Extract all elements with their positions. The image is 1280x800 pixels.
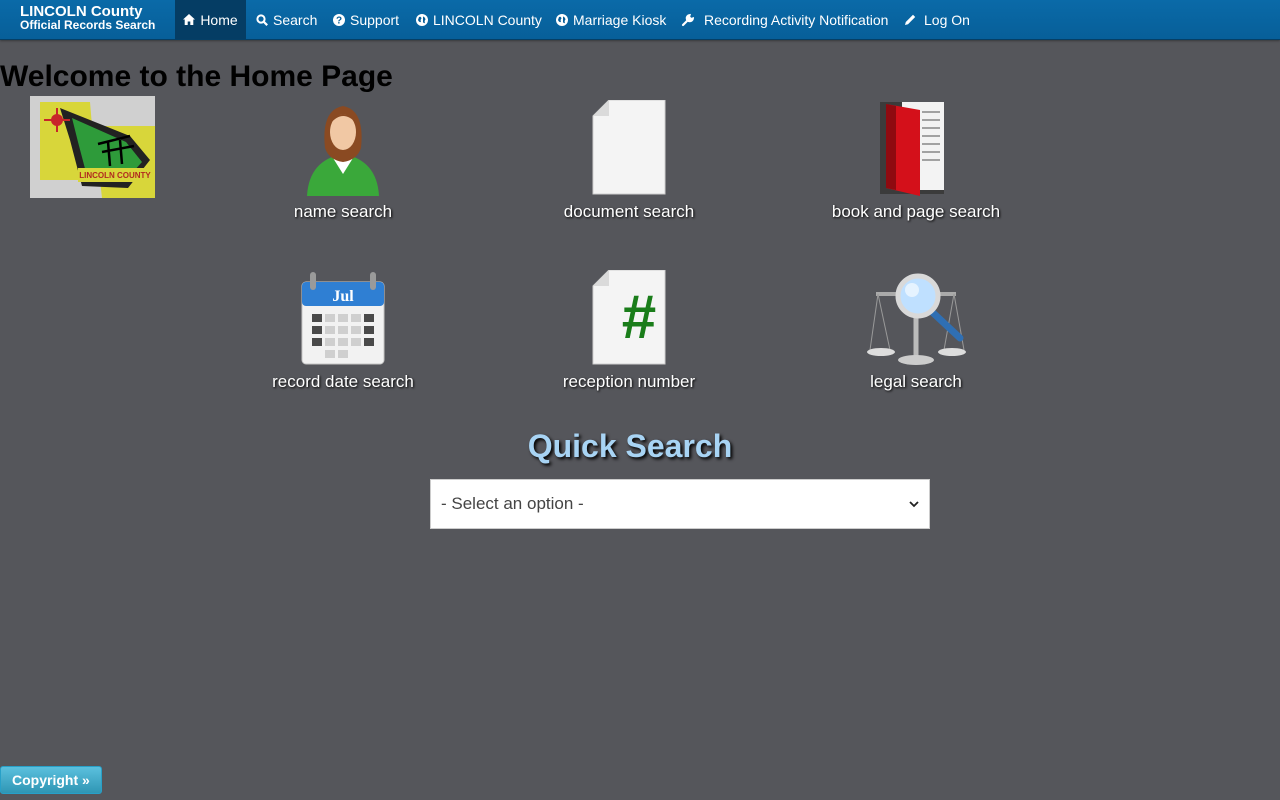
chevron-down-icon [909, 501, 919, 508]
tile-record-date-search[interactable]: Jul record date search [213, 270, 473, 392]
tile-book-page-search[interactable]: book and page search [786, 100, 1046, 222]
nav-support-label: Support [350, 11, 400, 28]
search-icon [256, 13, 268, 26]
logo-text: LINCOLN COUNTY [79, 171, 151, 180]
nav-recording-activity[interactable]: Recording Activity Notification [681, 0, 888, 39]
tile-reception-number-label: reception number [562, 372, 696, 391]
calendar-icon: Jul [301, 272, 385, 365]
nav-search-label: Search [273, 11, 318, 28]
nav-lincoln-county-label: LINCOLN County [433, 11, 542, 28]
brand-title: LINCOLN County [20, 3, 143, 20]
county-logo: LINCOLN COUNTY [30, 96, 155, 198]
tile-legal-search-label: legal search [870, 372, 962, 391]
nav-marriage-kiosk-label: Marriage Kiosk [573, 11, 667, 28]
person-icon [307, 106, 379, 196]
tile-book-page-search-label: book and page search [831, 202, 1001, 221]
hash-symbol: # [622, 283, 656, 352]
copyright-button[interactable]: Copyright » [0, 766, 102, 794]
quick-search-title: Quick Search [527, 428, 733, 464]
tile-record-date-search-label: record date search [272, 372, 414, 391]
nav-home[interactable]: Home [175, 0, 246, 39]
tile-document-search-label: document search [563, 202, 695, 221]
tile-name-search-label: name search [293, 202, 393, 221]
wrench-icon [681, 13, 695, 26]
nav-support[interactable]: ? Support [333, 0, 399, 39]
top-navbar: LINCOLN County Official Records Search H… [0, 0, 1280, 40]
tile-document-search[interactable]: document search [499, 100, 759, 222]
county-map-logo: LINCOLN COUNTY [30, 96, 155, 198]
nav-marriage-kiosk[interactable]: Marriage Kiosk [556, 0, 666, 39]
scales-magnifier-icon [867, 273, 966, 365]
calendar-month: Jul [332, 288, 354, 305]
tile-reception-number[interactable]: # reception number [499, 270, 759, 392]
nav-lincoln-county[interactable]: LINCOLN County [416, 0, 542, 39]
red-book-icon [880, 102, 944, 196]
quick-search-selected-value: - Select an option - [441, 494, 584, 513]
svg-text:?: ? [336, 15, 342, 26]
nav-recording-activity-label: Recording Activity Notification [704, 11, 889, 28]
tile-legal-search[interactable]: legal search [786, 270, 1046, 392]
question-circle-icon: ? [333, 13, 345, 26]
pencil-icon [905, 14, 916, 25]
nav-search[interactable]: Search [256, 0, 317, 39]
page-title: Welcome to the Home Page [0, 60, 393, 93]
globe-icon [416, 13, 428, 26]
quick-search-select[interactable]: - Select an option - [430, 479, 930, 529]
nav-log-on[interactable]: Log On [904, 0, 970, 39]
tile-name-search[interactable]: name search [213, 100, 473, 222]
document-icon [592, 100, 666, 195]
brand-subtitle: Official Records Search [20, 18, 156, 32]
nav-home-label: Home [200, 11, 238, 28]
brand[interactable]: LINCOLN County Official Records Search [20, 3, 156, 32]
nav-log-on-label: Log On [924, 11, 970, 28]
hash-document-icon: # [592, 270, 666, 365]
globe-icon [556, 13, 568, 26]
home-icon [183, 14, 196, 25]
